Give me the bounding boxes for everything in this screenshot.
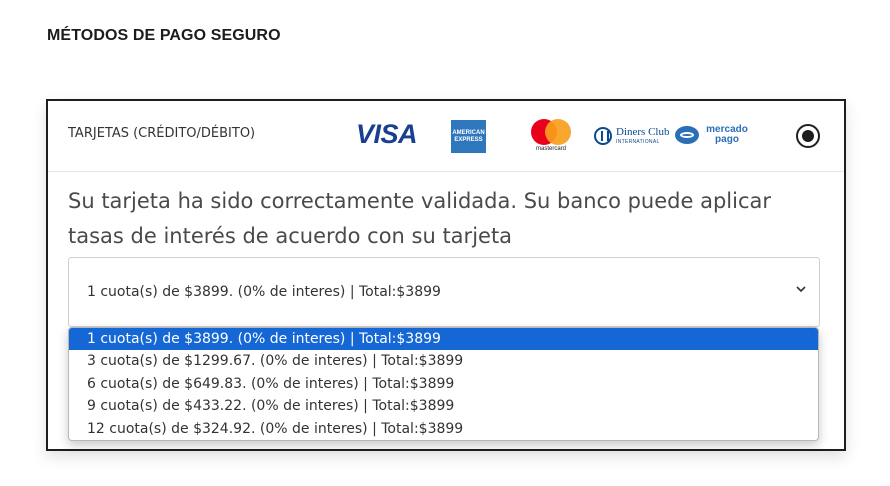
installments-select[interactable]: 1 cuota(s) de $3899. (0% de interes) | T… <box>68 257 820 327</box>
installment-option[interactable]: 12 cuota(s) de $324.92. (0% de interes) … <box>69 418 818 440</box>
payment-method-header[interactable]: TARJETAS (CRÉDITO/DÉBITO) VISA AMERICAN … <box>48 101 844 172</box>
payment-method-radio[interactable] <box>796 124 820 148</box>
installment-option[interactable]: 3 cuota(s) de $1299.67. (0% de interes) … <box>69 350 818 372</box>
amex-logo: AMERICAN EXPRESS <box>451 120 486 153</box>
section-title: MÉTODOS DE PAGO SEGURO <box>47 27 281 44</box>
validation-message: Su tarjeta ha sido correctamente validad… <box>68 189 771 248</box>
diners-club-logo-subtext: INTERNATIONAL <box>616 139 660 145</box>
installments-selected-value: 1 cuota(s) de $3899. (0% de interes) | T… <box>87 284 441 300</box>
mastercard-logo-text: mastercard <box>535 146 566 152</box>
diners-club-icon <box>594 127 612 145</box>
diners-club-logo-text: Diners Club <box>616 126 670 138</box>
mercado-pago-logo-text: mercado pago <box>706 124 748 145</box>
mastercard-logo: mastercard <box>529 119 573 153</box>
payment-method-label: TARJETAS (CRÉDITO/DÉBITO) <box>68 126 256 141</box>
installment-option[interactable]: 1 cuota(s) de $3899. (0% de interes) | T… <box>69 328 818 351</box>
mercado-pago-logo: mercado pago <box>675 123 751 149</box>
chevron-down-icon <box>795 283 807 299</box>
radio-selected-dot <box>802 130 814 142</box>
amex-logo-text: AMERICAN EXPRESS <box>452 129 485 143</box>
mercado-pago-icon <box>675 126 699 144</box>
installments-dropdown-list: 1 cuota(s) de $3899. (0% de interes) | T… <box>68 327 819 441</box>
diners-club-logo: Diners Club INTERNATIONAL <box>594 125 670 149</box>
visa-logo: VISA <box>356 119 418 149</box>
installment-option[interactable]: 6 cuota(s) de $649.83. (0% de interes) |… <box>69 373 818 395</box>
installment-option[interactable]: 9 cuota(s) de $433.22. (0% de interes) |… <box>69 395 818 417</box>
mastercard-orange-circle <box>545 119 571 145</box>
